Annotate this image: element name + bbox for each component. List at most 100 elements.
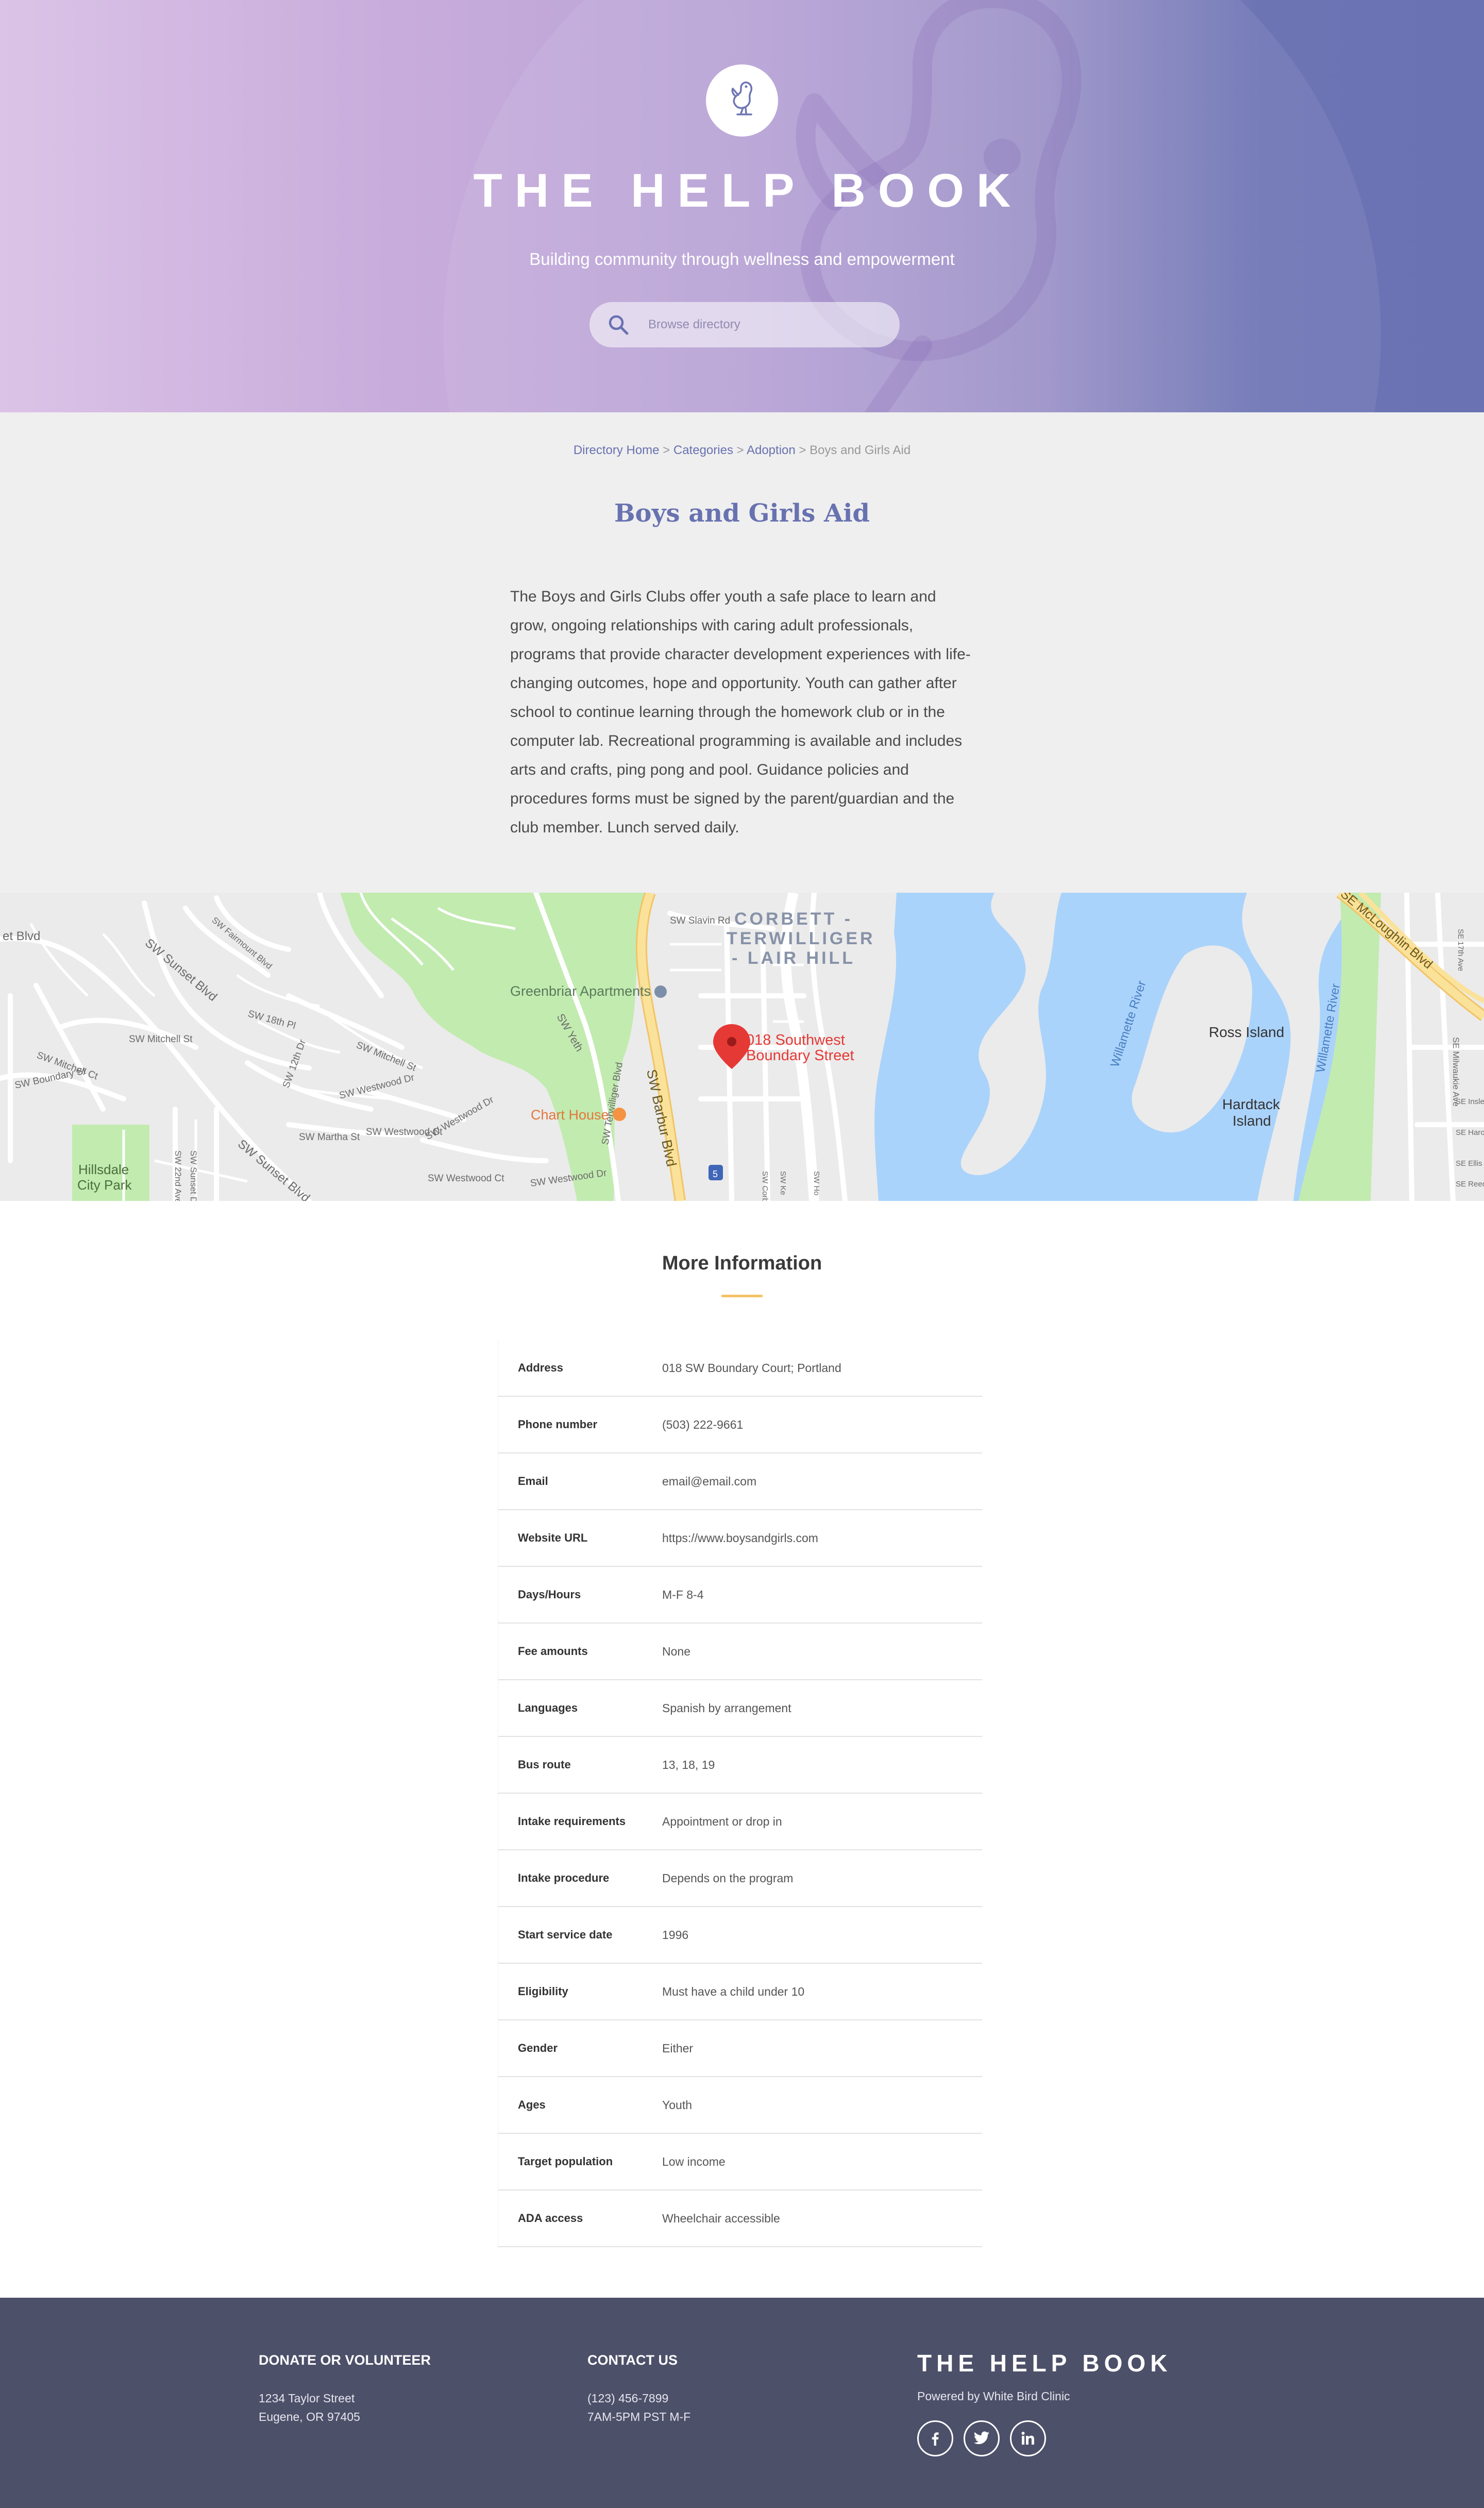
footer-hours: 7AM-5PM PST M-F — [587, 2410, 691, 2423]
footer-brand[interactable]: THE HELP BOOK — [917, 2349, 1172, 2377]
row-value: Depends on the program — [662, 1871, 794, 1885]
map-label-street: SE Reedw — [1456, 1180, 1484, 1189]
row-value: 1996 — [662, 1928, 689, 1942]
table-row: Languages Spanish by arrangement — [498, 1680, 982, 1737]
map-label-chart-house: Chart House — [531, 1107, 609, 1123]
row-value[interactable]: (503) 222-9661 — [662, 1418, 743, 1432]
bird-icon — [731, 81, 753, 115]
map-label-street: SW Ho — [812, 1171, 821, 1196]
row-value: Appointment or drop in — [662, 1814, 782, 1828]
map-label-hardtack: Island — [1233, 1113, 1271, 1129]
map-label-neighborhood: CORBETT - — [734, 909, 853, 929]
row-value: Wheelchair accessible — [662, 2211, 780, 2225]
map-label-neighborhood: - LAIR HILL — [732, 948, 855, 968]
row-label: Phone number — [518, 1418, 598, 1431]
row-label: Bus route — [518, 1758, 571, 1771]
site-title: THE HELP BOOK — [473, 164, 1023, 217]
restaurant-pin-icon[interactable] — [613, 1108, 626, 1121]
footer-powered-by: Powered by White Bird Clinic — [917, 2389, 1070, 2403]
info-table: Address 018 SW Boundary Court; Portland P… — [498, 1340, 982, 2247]
map-label-ross-island: Ross Island — [1209, 1024, 1284, 1040]
map-label-street: SE Harold — [1456, 1128, 1484, 1137]
map-label-park: City Park — [77, 1177, 132, 1193]
footer-phone[interactable]: (123) 456-7899 — [587, 2389, 690, 2407]
map-label-street: SW Mitchell St — [129, 1034, 193, 1045]
row-value: Low income — [662, 2154, 726, 2168]
row-value: Either — [662, 2041, 694, 2055]
map-label-street: SE Ellis S — [1456, 1159, 1484, 1168]
page-title: Boys and Girls Aid — [614, 499, 870, 528]
row-value: 13, 18, 19 — [662, 1758, 715, 1771]
search-icon[interactable] — [607, 313, 638, 336]
map-label-neighborhood: TERWILLIGER — [727, 929, 875, 948]
breadcrumb-separator: > — [736, 443, 744, 457]
map-label-hardtack: Hardtack — [1222, 1096, 1280, 1112]
breadcrumb-categories[interactable]: Categories — [673, 443, 733, 457]
table-row: Bus route 13, 18, 19 — [498, 1737, 982, 1794]
map-label-greenbriar: Greenbriar Apartments — [510, 983, 651, 999]
map-label-street: SW Slavin Rd — [670, 915, 730, 926]
map-label-street: SE Milwaukie Ave — [1451, 1037, 1461, 1107]
breadcrumb-current: Boys and Girls Aid — [810, 443, 911, 457]
map-marker-label: 018 Southwest — [746, 1032, 845, 1048]
map-label-interstate: 5 — [713, 1169, 718, 1179]
table-row: Intake procedure Depends on the program — [498, 1850, 982, 1907]
table-row: Intake requirements Appointment or drop i… — [498, 1794, 982, 1850]
map-marker-label: Boundary Street — [746, 1047, 854, 1064]
row-label: ADA access — [518, 2212, 583, 2225]
map-label-street: SW Ke — [779, 1171, 787, 1195]
footer-address-line: 1234 Taylor Street — [259, 2392, 355, 2405]
listing-description: The Boys and Girls Clubs offer youth a s… — [510, 588, 971, 836]
row-label: Eligibility — [518, 1985, 568, 1998]
search-input[interactable] — [648, 317, 885, 332]
location-map[interactable]: et Blvd SW Sunset Blvd SW Sunset Blvd SW… — [0, 893, 1484, 1201]
facebook-icon[interactable] — [917, 2420, 953, 2456]
table-row: Gender Either — [498, 2020, 982, 2077]
row-label: Gender — [518, 2042, 558, 2054]
map-label-park: Hillsdale — [78, 1162, 129, 1177]
row-value[interactable]: email@email.com — [662, 1475, 756, 1489]
row-value: None — [662, 1644, 690, 1658]
directory-search[interactable] — [589, 302, 900, 347]
row-label: Fee amounts — [518, 1645, 588, 1658]
section-title: More Information — [662, 1252, 822, 1274]
logo-badge[interactable] — [706, 64, 778, 137]
row-label: Intake procedure — [518, 1871, 610, 1884]
table-row: Address 018 SW Boundary Court; Portland — [498, 1340, 982, 1397]
row-label: Languages — [518, 1701, 578, 1714]
map-label-street: SE 17th Ave — [1456, 929, 1465, 971]
more-information: More Information Address 018 SW Boundary … — [0, 1201, 1484, 2298]
row-label: Website URL — [518, 1531, 588, 1544]
footer-contact: CONTACT US (123) 456-7899 7AM-5PM PST M-… — [587, 2352, 690, 2426]
table-row: Fee amounts None — [498, 1624, 982, 1680]
hero-banner: THE HELP BOOK Building community through… — [0, 0, 1484, 412]
map-label-street: SW 22nd Ave — [173, 1150, 183, 1201]
footer-heading[interactable]: DONATE OR VOLUNTEER — [259, 2352, 431, 2368]
footer-heading[interactable]: CONTACT US — [587, 2352, 690, 2368]
map-label-blvd: et Blvd — [3, 929, 40, 943]
map-label-street: SW Sunset Dr — [189, 1150, 198, 1201]
site-footer: DONATE OR VOLUNTEER 1234 Taylor Street E… — [0, 2298, 1484, 2508]
row-label: Days/Hours — [518, 1588, 581, 1601]
map-label-street: SW Martha St — [299, 1132, 360, 1143]
breadcrumb-adoption[interactable]: Adoption — [747, 443, 796, 457]
site-tagline: Building community through wellness and … — [529, 249, 955, 269]
row-value[interactable]: https://www.boysandgirls.com — [662, 1531, 818, 1545]
map-label-street: SW Westwood Ct — [428, 1173, 504, 1184]
table-row: ADA access Wheelchair accessible — [498, 2191, 982, 2247]
map-label-street: SE Insley — [1456, 1097, 1484, 1106]
table-row: Website URL https://www.boysandgirls.com — [498, 1510, 982, 1567]
breadcrumb-directory-home[interactable]: Directory Home — [574, 443, 660, 457]
row-value: Spanish by arrangement — [662, 1701, 791, 1715]
row-value: Must have a child under 10 — [662, 1984, 805, 1998]
footer-donate: DONATE OR VOLUNTEER 1234 Taylor Street E… — [259, 2352, 431, 2426]
linkedin-icon[interactable] — [1010, 2420, 1046, 2456]
table-row: Days/Hours M-F 8-4 — [498, 1567, 982, 1624]
twitter-icon[interactable] — [964, 2420, 1000, 2456]
place-pin-icon[interactable] — [654, 985, 667, 998]
table-row: Target population Low income — [498, 2134, 982, 2191]
row-label: Target population — [518, 2155, 613, 2168]
table-row: Eligibility Must have a child under 10 — [498, 1964, 982, 2020]
row-label: Start service date — [518, 1928, 613, 1941]
listing-detail: Directory Home > Categories > Adoption >… — [0, 412, 1484, 893]
